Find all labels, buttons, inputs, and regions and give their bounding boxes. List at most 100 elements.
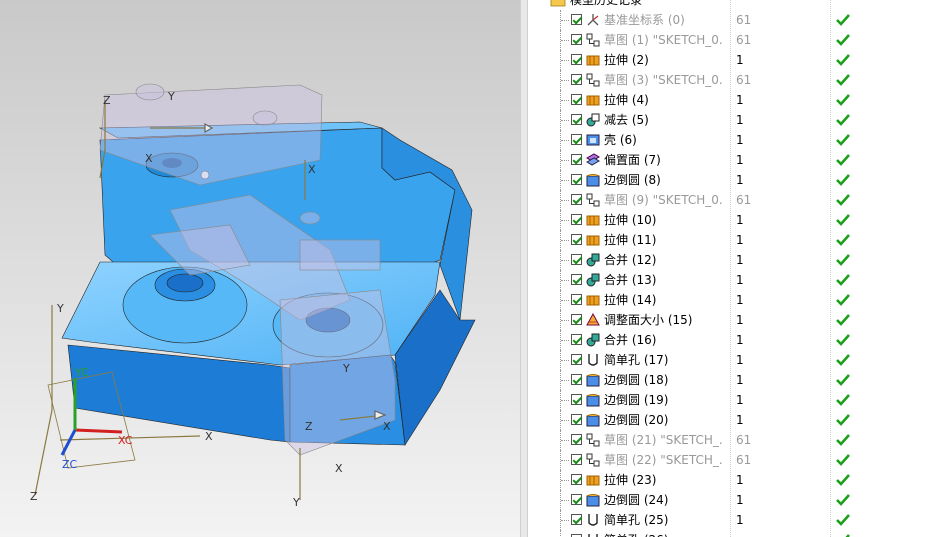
feature-visibility-checkbox[interactable] — [571, 254, 582, 265]
feature-updated: 61 — [736, 33, 752, 47]
up-to-date-check-icon — [836, 94, 850, 106]
feature-row[interactable]: 边倒圆 (18) 1 — [528, 370, 949, 390]
tree-connector — [560, 130, 569, 150]
axis-label-x: X — [205, 430, 213, 443]
feature-row[interactable]: 壳 (6) 1 — [528, 130, 949, 150]
feature-visibility-checkbox[interactable] — [571, 314, 582, 325]
feature-row[interactable]: 拉伸 (2) 1 — [528, 50, 949, 70]
feature-row[interactable]: 简单孔 (17) 1 — [528, 350, 949, 370]
feature-visibility-checkbox[interactable] — [571, 334, 582, 345]
axis-label-y: Y — [56, 302, 64, 315]
feature-row[interactable]: 草图 (3) "SKETCH_0... 61 — [528, 70, 949, 90]
tree-connector — [560, 350, 569, 370]
feature-visibility-checkbox[interactable] — [571, 374, 582, 385]
feature-visibility-checkbox[interactable] — [571, 514, 582, 525]
feature-updated: 1 — [736, 173, 744, 187]
edge-blend-icon — [586, 174, 600, 187]
tree-connector — [560, 390, 569, 410]
model-history-node[interactable]: 模型历史记录 — [528, 0, 949, 10]
feature-visibility-checkbox[interactable] — [571, 134, 582, 145]
tree-connector — [560, 450, 569, 470]
feature-row[interactable]: 调整面大小 (15) 1 — [528, 310, 949, 330]
feature-row[interactable]: 草图 (1) "SKETCH_0... 61 — [528, 30, 949, 50]
feature-row[interactable]: 简单孔 (25) 1 — [528, 510, 949, 530]
feature-row[interactable]: 合并 (13) 1 — [528, 270, 949, 290]
feature-row[interactable]: 拉伸 (23) 1 — [528, 470, 949, 490]
up-to-date-check-icon — [836, 194, 850, 206]
feature-name: 拉伸 (11) — [604, 233, 657, 247]
feature-row[interactable]: 草图 (22) "SKETCH_... 61 — [528, 450, 949, 470]
axis-label-z: Z — [30, 490, 38, 503]
part-navigator[interactable]: 模型历史记录 基准坐标系 (0) 61 草图 (1) "SKETCH_0... 61 拉… — [528, 0, 949, 537]
feature-visibility-checkbox[interactable] — [571, 34, 582, 45]
feature-updated: 1 — [736, 373, 744, 387]
feature-visibility-checkbox[interactable] — [571, 194, 582, 205]
feature-row[interactable]: 减去 (5) 1 — [528, 110, 949, 130]
feature-row[interactable]: 拉伸 (4) 1 — [528, 90, 949, 110]
feature-visibility-checkbox[interactable] — [571, 354, 582, 365]
feature-visibility-checkbox[interactable] — [571, 54, 582, 65]
feature-row[interactable]: 边倒圆 (24) 1 — [528, 490, 949, 510]
tree-connector — [560, 410, 569, 430]
extrude-icon — [586, 295, 600, 306]
feature-visibility-checkbox[interactable] — [571, 94, 582, 105]
feature-visibility-checkbox[interactable] — [571, 474, 582, 485]
tree-connector — [560, 210, 569, 230]
feature-row[interactable]: 边倒圆 (19) 1 — [528, 390, 949, 410]
feature-visibility-checkbox[interactable] — [571, 414, 582, 425]
feature-name: 合并 (16) — [604, 333, 657, 347]
sketch-icon — [586, 453, 600, 467]
axis-label-y: Y — [342, 362, 350, 375]
sketch-icon — [586, 433, 600, 447]
feature-visibility-checkbox[interactable] — [571, 494, 582, 505]
axis-label-y: Y — [292, 496, 300, 509]
sketch-icon — [586, 193, 600, 207]
feature-visibility-checkbox[interactable] — [571, 454, 582, 465]
feature-row[interactable]: 草图 (21) "SKETCH_... 61 — [528, 430, 949, 450]
feature-visibility-checkbox[interactable] — [571, 114, 582, 125]
feature-name: 边倒圆 (8) — [604, 173, 661, 187]
extrude-icon — [586, 475, 600, 486]
feature-updated: 1 — [736, 133, 744, 147]
feature-row[interactable]: 拉伸 (11) 1 — [528, 230, 949, 250]
graphics-viewport[interactable]: Z Y X X Y X Z Y X Z X Y XC YC ZC — [0, 0, 520, 537]
up-to-date-check-icon — [836, 154, 850, 166]
feature-row[interactable]: 拉伸 (14) 1 — [528, 290, 949, 310]
panel-splitter[interactable] — [520, 0, 528, 537]
tree-connector — [560, 470, 569, 490]
simple-hole-icon — [588, 514, 598, 526]
up-to-date-check-icon — [836, 14, 850, 26]
up-to-date-check-icon — [836, 354, 850, 366]
feature-name: 拉伸 (14) — [604, 293, 657, 307]
feature-visibility-checkbox[interactable] — [571, 294, 582, 305]
feature-visibility-checkbox[interactable] — [571, 274, 582, 285]
feature-row[interactable]: 简单孔 (26) — [528, 530, 949, 537]
feature-row[interactable]: 边倒圆 (8) 1 — [528, 170, 949, 190]
feature-updated: 1 — [736, 293, 744, 307]
model-history-label: 模型历史记录 — [570, 0, 643, 7]
feature-visibility-checkbox[interactable] — [571, 14, 582, 25]
feature-name: 草图 (3) "SKETCH_0... — [604, 73, 724, 87]
model-view[interactable]: Z Y X X Y X Z Y X Z X Y XC YC ZC — [0, 0, 520, 537]
feature-visibility-checkbox[interactable] — [571, 434, 582, 445]
feature-visibility-checkbox[interactable] — [571, 154, 582, 165]
feature-row[interactable]: 基准坐标系 (0) 61 — [528, 10, 949, 30]
feature-updated: 61 — [736, 453, 752, 467]
tree-connector — [560, 310, 569, 330]
feature-row[interactable]: 拉伸 (10) 1 — [528, 210, 949, 230]
feature-visibility-checkbox[interactable] — [571, 214, 582, 225]
feature-visibility-checkbox[interactable] — [571, 74, 582, 85]
feature-row[interactable]: 合并 (12) 1 — [528, 250, 949, 270]
feature-row[interactable]: 草图 (9) "SKETCH_0... 61 — [528, 190, 949, 210]
feature-row[interactable]: 边倒圆 (20) 1 — [528, 410, 949, 430]
feature-updated: 1 — [736, 353, 744, 367]
feature-visibility-checkbox[interactable] — [571, 234, 582, 245]
feature-name: 拉伸 (4) — [604, 93, 649, 107]
simple-hole-icon — [588, 534, 598, 537]
feature-name: 草图 (1) "SKETCH_0... — [604, 33, 724, 47]
feature-visibility-checkbox[interactable] — [571, 174, 582, 185]
up-to-date-check-icon — [836, 454, 850, 466]
feature-row[interactable]: 偏置面 (7) 1 — [528, 150, 949, 170]
feature-row[interactable]: 合并 (16) 1 — [528, 330, 949, 350]
feature-visibility-checkbox[interactable] — [571, 394, 582, 405]
